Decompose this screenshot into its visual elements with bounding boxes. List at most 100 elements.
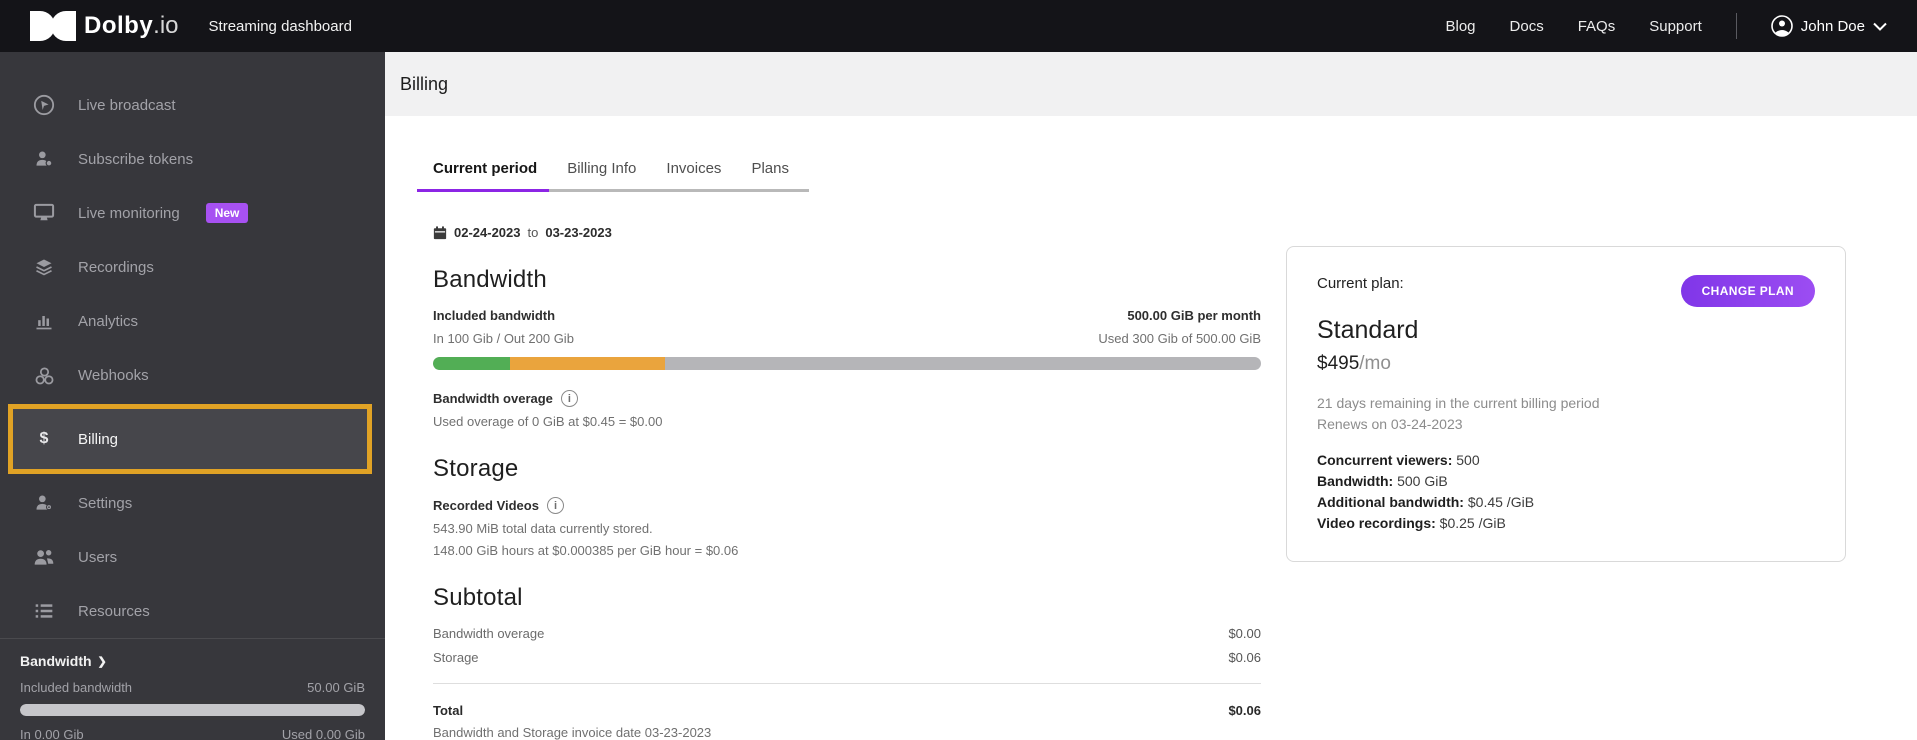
plan-detail-row: Concurrent viewers: 500: [1317, 452, 1815, 468]
usage-progress-fill: [20, 704, 365, 716]
sidebar-nav: Live broadcast Subscribe tokens Live mon…: [0, 52, 385, 638]
subtotal-row: Storage $0.06: [433, 650, 1261, 665]
nav-link-faqs[interactable]: FAQs: [1578, 18, 1616, 35]
info-icon[interactable]: i: [560, 390, 578, 407]
subtotal-row-value: $0.00: [1228, 626, 1261, 641]
progress-in-segment: [433, 357, 510, 370]
storage-heading: Storage: [433, 455, 519, 482]
dolby-double-d-icon: [30, 11, 76, 41]
current-plan-label: Current plan:: [1317, 275, 1404, 292]
chevron-down-icon: [1873, 22, 1887, 31]
plan-detail-row: Bandwidth: 500 GiB: [1317, 473, 1815, 489]
usage-title-label: Bandwidth: [20, 653, 92, 669]
sidebar-item-billing[interactable]: $ Billing: [13, 409, 367, 469]
user-name: John Doe: [1800, 17, 1865, 35]
plan-detail-label: Bandwidth:: [1317, 473, 1394, 489]
page-title: Billing: [400, 73, 449, 94]
nav-link-docs[interactable]: Docs: [1510, 18, 1544, 35]
plan-renews: Renews on 03-24-2023: [1317, 416, 1463, 432]
user-avatar-icon: [1770, 15, 1793, 37]
plan-detail-label: Additional bandwidth:: [1317, 494, 1464, 510]
plan-detail-row: Video recordings: $0.25 /GiB: [1317, 515, 1815, 531]
nav-link-support[interactable]: Support: [1649, 18, 1702, 35]
usage-bandwidth-link[interactable]: Bandwidth ❯: [20, 653, 365, 669]
bandwidth-in-out: In 100 Gib / Out 200 Gib: [433, 331, 574, 346]
subtotal-row-label: Storage: [433, 650, 479, 665]
sidebar-item-label: Webhooks: [78, 366, 149, 384]
period-separator: to: [527, 225, 539, 240]
sidebar-item-live-broadcast[interactable]: Live broadcast: [0, 78, 385, 132]
sidebar-item-label: Resources: [78, 602, 150, 620]
webhooks-icon: [32, 365, 56, 386]
chevron-right-icon: ❯: [97, 655, 107, 668]
info-icon[interactable]: i: [546, 497, 564, 514]
bandwidth-progress-bar: [433, 357, 1261, 370]
tab-invoices[interactable]: Invoices: [666, 160, 721, 189]
sidebar-item-label: Settings: [78, 494, 133, 512]
usage-detail-row: In 0.00 Gib Used 0.00 Gib: [20, 727, 365, 740]
tab-current-period[interactable]: Current period: [416, 160, 550, 192]
monitor-icon: [32, 203, 56, 223]
subtotal-heading: Subtotal: [433, 584, 523, 611]
app-name: Streaming dashboard: [208, 17, 352, 35]
usage-used-label: Used 0.00 Gib: [281, 727, 365, 740]
top-nav: Blog Docs FAQs Support John Doe: [1446, 13, 1888, 39]
total-divider: [433, 683, 1261, 684]
nav-link-blog[interactable]: Blog: [1446, 18, 1476, 35]
period-end: 03-23-2023: [545, 225, 612, 240]
sidebar-item-label: Billing: [78, 430, 119, 448]
total-value: $0.06: [1228, 703, 1261, 718]
sidebar-item-label: Users: [78, 548, 118, 566]
plan-name: Standard: [1317, 316, 1419, 344]
plan-detail-value: $0.25 /GiB: [1439, 515, 1506, 531]
person-token-icon: [32, 149, 56, 169]
sidebar-item-analytics[interactable]: Analytics: [0, 294, 385, 348]
layers-icon: [32, 257, 56, 277]
users-icon: [32, 547, 56, 567]
recorded-videos-label: Recorded Videos: [433, 498, 539, 513]
usage-in-label: In 0.00 Gib: [20, 727, 84, 740]
sidebar-item-resources[interactable]: Resources: [0, 584, 385, 638]
usage-included-label: Included bandwidth: [20, 680, 133, 695]
sidebar-item-users[interactable]: Users: [0, 530, 385, 584]
sidebar-item-label: Analytics: [78, 312, 139, 330]
calendar-icon: [433, 225, 447, 240]
total-row: Total $0.06: [433, 703, 1261, 718]
billing-tabs: Current period Billing Info Invoices Pla…: [416, 160, 809, 192]
plan-detail-value: 500 GiB: [1397, 473, 1448, 489]
subtotal-row-value: $0.06: [1228, 650, 1261, 665]
sidebar-item-live-monitoring[interactable]: Live monitoring New: [0, 186, 385, 240]
tab-billing-info[interactable]: Billing Info: [567, 160, 636, 189]
tab-plans[interactable]: Plans: [751, 160, 789, 189]
bandwidth-overage-detail: Used overage of 0 GiB at $0.45 = $0.00: [433, 414, 663, 429]
person-gear-icon: [32, 493, 56, 513]
list-icon: [32, 602, 56, 620]
top-bar: Dolby.io Streaming dashboard Blog Docs F…: [0, 0, 1917, 52]
sidebar-item-subscribe-tokens[interactable]: Subscribe tokens: [0, 132, 385, 186]
plan-detail-value: 500: [1456, 452, 1480, 468]
plan-detail-row: Additional bandwidth: $0.45 /GiB: [1317, 494, 1815, 510]
dolby-logo[interactable]: Dolby.io: [30, 11, 179, 41]
sidebar-item-label: Live broadcast: [78, 96, 176, 114]
plan-detail-label: Concurrent viewers:: [1317, 452, 1453, 468]
sidebar-item-settings[interactable]: Settings: [0, 476, 385, 530]
billing-period: 02-24-2023 to 03-23-2023: [433, 225, 1261, 240]
total-label: Total: [433, 703, 464, 718]
sidebar-item-webhooks[interactable]: Webhooks: [0, 348, 385, 402]
change-plan-button[interactable]: CHANGE PLAN: [1680, 275, 1815, 307]
bandwidth-heading: Bandwidth: [433, 266, 547, 293]
usage-included-value: 50.00 GiB: [307, 680, 365, 695]
plan-detail-value: $0.45 /GiB: [1467, 494, 1535, 510]
new-badge: New: [205, 203, 249, 223]
broadcast-icon: [32, 94, 56, 116]
sidebar-item-label: Subscribe tokens: [78, 150, 194, 168]
plan-details: Concurrent viewers: 500 Bandwidth: 500 G…: [1317, 452, 1815, 531]
sidebar: Live broadcast Subscribe tokens Live mon…: [0, 52, 385, 740]
sidebar-item-recordings[interactable]: Recordings: [0, 240, 385, 294]
plan-detail-label: Video recordings:: [1317, 515, 1436, 531]
storage-stored-line: 543.90 MiB total data currently stored.: [433, 521, 653, 536]
bar-chart-icon: [32, 311, 56, 331]
subtotal-row: Bandwidth overage $0.00: [433, 626, 1261, 641]
user-menu[interactable]: John Doe: [1770, 15, 1887, 37]
bandwidth-overage-label: Bandwidth overage: [433, 391, 553, 406]
